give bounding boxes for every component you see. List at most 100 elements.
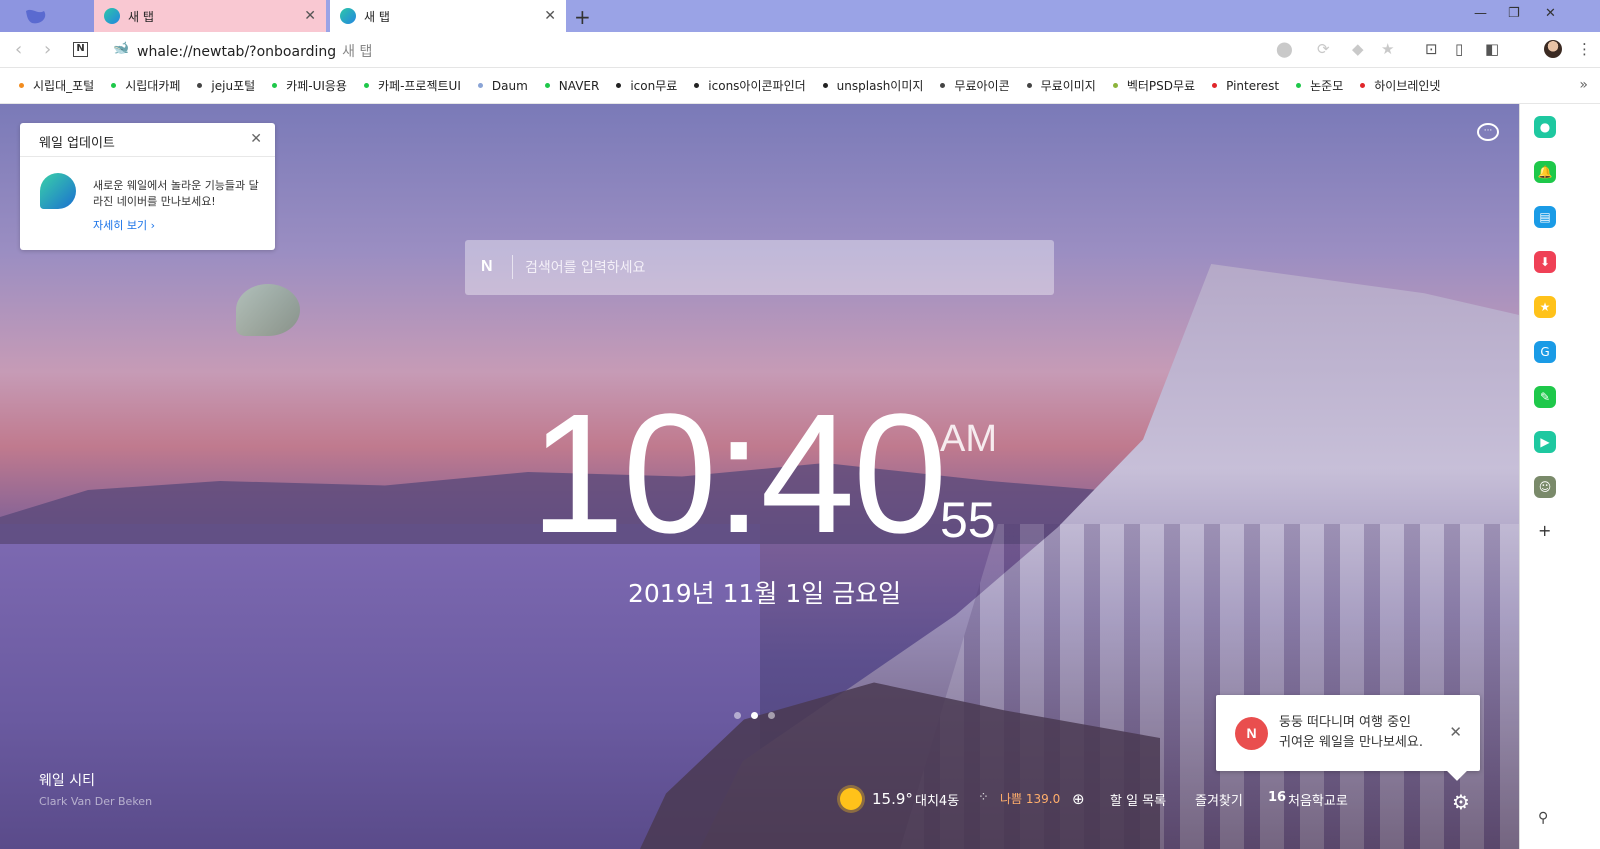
bookmark-label: icons아이콘파인더 xyxy=(708,79,806,93)
carousel-dot[interactable] xyxy=(751,712,758,719)
notification-popup: N 둥둥 떠다니며 여행 중인 귀여운 웨일을 만나보세요. ✕ xyxy=(1216,695,1480,771)
clock-date: 2019년 11월 1일 금요일 xyxy=(628,579,902,608)
star-icon[interactable]: ★ xyxy=(1534,296,1556,318)
update-more-link[interactable]: 자세히 보기 › xyxy=(93,217,155,233)
update-card: 웨일 업데이트 ✕ 새로운 웨일에서 놀라운 기능들과 달라진 네이버를 만나보… xyxy=(20,123,275,250)
search-input[interactable] xyxy=(525,240,1035,295)
add-sidebar-app-icon[interactable]: + xyxy=(1538,521,1551,540)
gear-icon[interactable]: ⚙ xyxy=(1452,790,1470,814)
tab-label: 새 탭 xyxy=(364,9,390,24)
bookmarks-bar: 시립대_포털 시립대카페 jeju포털 카페-UI응용 카페-프로젝트UI Daum NAV… xyxy=(0,68,1600,104)
whale-logo-icon xyxy=(40,173,76,209)
air-quality[interactable]: 나쁨 139.0 xyxy=(1000,790,1060,807)
restore-icon[interactable]: ❐ xyxy=(1508,6,1520,21)
bookmark-item[interactable]: 무료이미지 xyxy=(1026,77,1096,94)
close-icon[interactable]: ✕ xyxy=(1449,723,1462,741)
school-link[interactable]: 처음학교로 xyxy=(1288,790,1348,809)
close-icon[interactable]: ✕ xyxy=(250,131,262,147)
bookmarks-overflow-icon[interactable]: » xyxy=(1579,77,1588,93)
naver-home-icon[interactable]: N xyxy=(73,42,88,57)
bookmark-label: 카페-프로젝트UI xyxy=(377,79,461,93)
forward-icon[interactable]: › xyxy=(44,39,51,60)
bookmark-item[interactable]: 하이브레인넷 xyxy=(1360,77,1440,94)
wallpaper-author[interactable]: Clark Van Der Beken xyxy=(39,795,152,808)
tab-new-1[interactable]: 새 탭 ✕ xyxy=(94,0,326,32)
bookmark-item[interactable]: 시립대카페 xyxy=(111,77,180,94)
star-icon[interactable]: ★ xyxy=(1381,40,1394,58)
bookmark-label: 하이브레인넷 xyxy=(1374,79,1441,93)
whale-url-icon: 🐋 xyxy=(113,41,130,56)
chat-icon[interactable]: ··· xyxy=(1477,123,1499,141)
temperature[interactable]: 15.9° xyxy=(872,790,913,808)
update-card-title: 웨일 업데이트 xyxy=(39,136,115,151)
bookmark-label: NAVER xyxy=(558,78,600,93)
date-number: 16 xyxy=(1268,790,1287,805)
update-card-message: 새로운 웨일에서 놀라운 기능들과 달라진 네이버를 만나보세요! xyxy=(93,179,259,208)
favorites-link[interactable]: 즐겨찾기 xyxy=(1195,790,1243,809)
pocket-icon[interactable]: ⬇ xyxy=(1534,251,1556,273)
shield-icon[interactable]: ◆ xyxy=(1352,40,1364,58)
location-icon[interactable]: ⬤ xyxy=(1276,40,1293,58)
bookmark-dot-icon xyxy=(940,83,946,88)
bookmark-item[interactable]: icon무료 xyxy=(616,77,677,94)
whale-home-tab[interactable] xyxy=(0,0,94,32)
notification-text: 둥둥 떠다니며 여행 중인 귀여운 웨일을 만나보세요. xyxy=(1279,713,1423,753)
bell-icon[interactable]: 🔔 xyxy=(1534,161,1556,183)
new-tab-button[interactable]: + xyxy=(574,5,591,29)
naver-logo-icon: N xyxy=(481,258,493,275)
todo-link[interactable]: 할 일 목록 xyxy=(1110,790,1166,809)
bookmark-dot-icon xyxy=(1026,83,1032,88)
close-tab-icon[interactable]: ✕ xyxy=(304,8,316,24)
url-page-title: 새 탭 xyxy=(342,44,373,60)
bookmark-dot-icon xyxy=(1360,83,1366,88)
memo-icon[interactable]: ✎ xyxy=(1534,386,1556,408)
sidebar-toggle-icon[interactable]: ▯ xyxy=(1455,40,1463,58)
floating-whale-icon[interactable] xyxy=(236,284,300,336)
carousel-dot[interactable] xyxy=(768,712,775,719)
target-icon[interactable]: ⊕ xyxy=(1072,790,1085,808)
bookmark-item[interactable]: jeju포털 xyxy=(197,77,255,94)
avatar-icon[interactable]: ☺ xyxy=(1534,476,1556,498)
address-bar[interactable]: whale://newtab/?onboarding 새 탭 xyxy=(137,41,372,61)
bookmark-item[interactable]: 논준모 xyxy=(1296,77,1343,94)
translate-icon[interactable]: G xyxy=(1534,341,1556,363)
bookmark-label: 시립대_포털 xyxy=(33,79,95,93)
bookmark-dot-icon xyxy=(197,83,203,88)
bookmark-item[interactable]: Daum xyxy=(477,78,528,93)
minimize-icon[interactable]: — xyxy=(1474,6,1487,21)
bookmark-item[interactable]: 카페-프로젝트UI xyxy=(363,77,461,94)
bookmark-label: 시립대카페 xyxy=(125,79,181,93)
clock-time: 10:40 xyxy=(530,379,947,569)
carousel-dot[interactable] xyxy=(734,712,741,719)
bookmark-item[interactable]: 시립대_포털 xyxy=(19,77,94,94)
calendar-icon[interactable]: ▤ xyxy=(1534,206,1556,228)
bookmark-item[interactable]: icons아이콘파인더 xyxy=(694,77,806,94)
back-icon[interactable]: ‹ xyxy=(15,39,22,60)
wallpaper-title[interactable]: 웨일 시티 xyxy=(39,770,95,790)
bookmark-item[interactable]: unsplash이미지 xyxy=(822,77,923,94)
bookmark-dot-icon xyxy=(477,83,483,88)
close-tab-icon[interactable]: ✕ xyxy=(544,8,556,24)
tab-new-2[interactable]: 새 탭 ✕ xyxy=(330,0,566,32)
pin-icon[interactable]: ⚲ xyxy=(1538,810,1548,826)
capture-icon[interactable]: ⊡ xyxy=(1425,40,1438,58)
play-icon[interactable]: ▶ xyxy=(1534,431,1556,453)
close-window-icon[interactable]: ✕ xyxy=(1545,6,1556,21)
bookmark-item[interactable]: Pinterest xyxy=(1212,79,1279,93)
green-circle-icon[interactable]: ● xyxy=(1534,116,1556,138)
bookmark-label: Daum xyxy=(491,78,528,93)
bookmark-item[interactable]: 벡터PSD무료 xyxy=(1112,77,1195,94)
menu-icon[interactable]: ⋮ xyxy=(1577,40,1592,58)
profile-avatar[interactable] xyxy=(1544,40,1562,58)
bookmark-item[interactable]: 카페-UI응용 xyxy=(272,77,347,94)
location[interactable]: 대치4동 xyxy=(915,790,959,809)
tab-strip: 새 탭 ✕ 새 탭 ✕ + — ❐ ✕ xyxy=(0,0,1600,32)
whale-logo-icon xyxy=(26,9,46,24)
bookmark-dot-icon xyxy=(694,83,700,88)
split-view-icon[interactable]: ◧ xyxy=(1485,40,1499,58)
bookmark-item[interactable]: NAVER xyxy=(544,78,600,93)
refresh-icon[interactable]: ⟳ xyxy=(1317,40,1330,58)
bookmark-item[interactable]: 무료아이콘 xyxy=(940,77,1010,94)
bookmark-dot-icon xyxy=(1296,83,1302,88)
bookmark-dot-icon xyxy=(363,83,369,88)
